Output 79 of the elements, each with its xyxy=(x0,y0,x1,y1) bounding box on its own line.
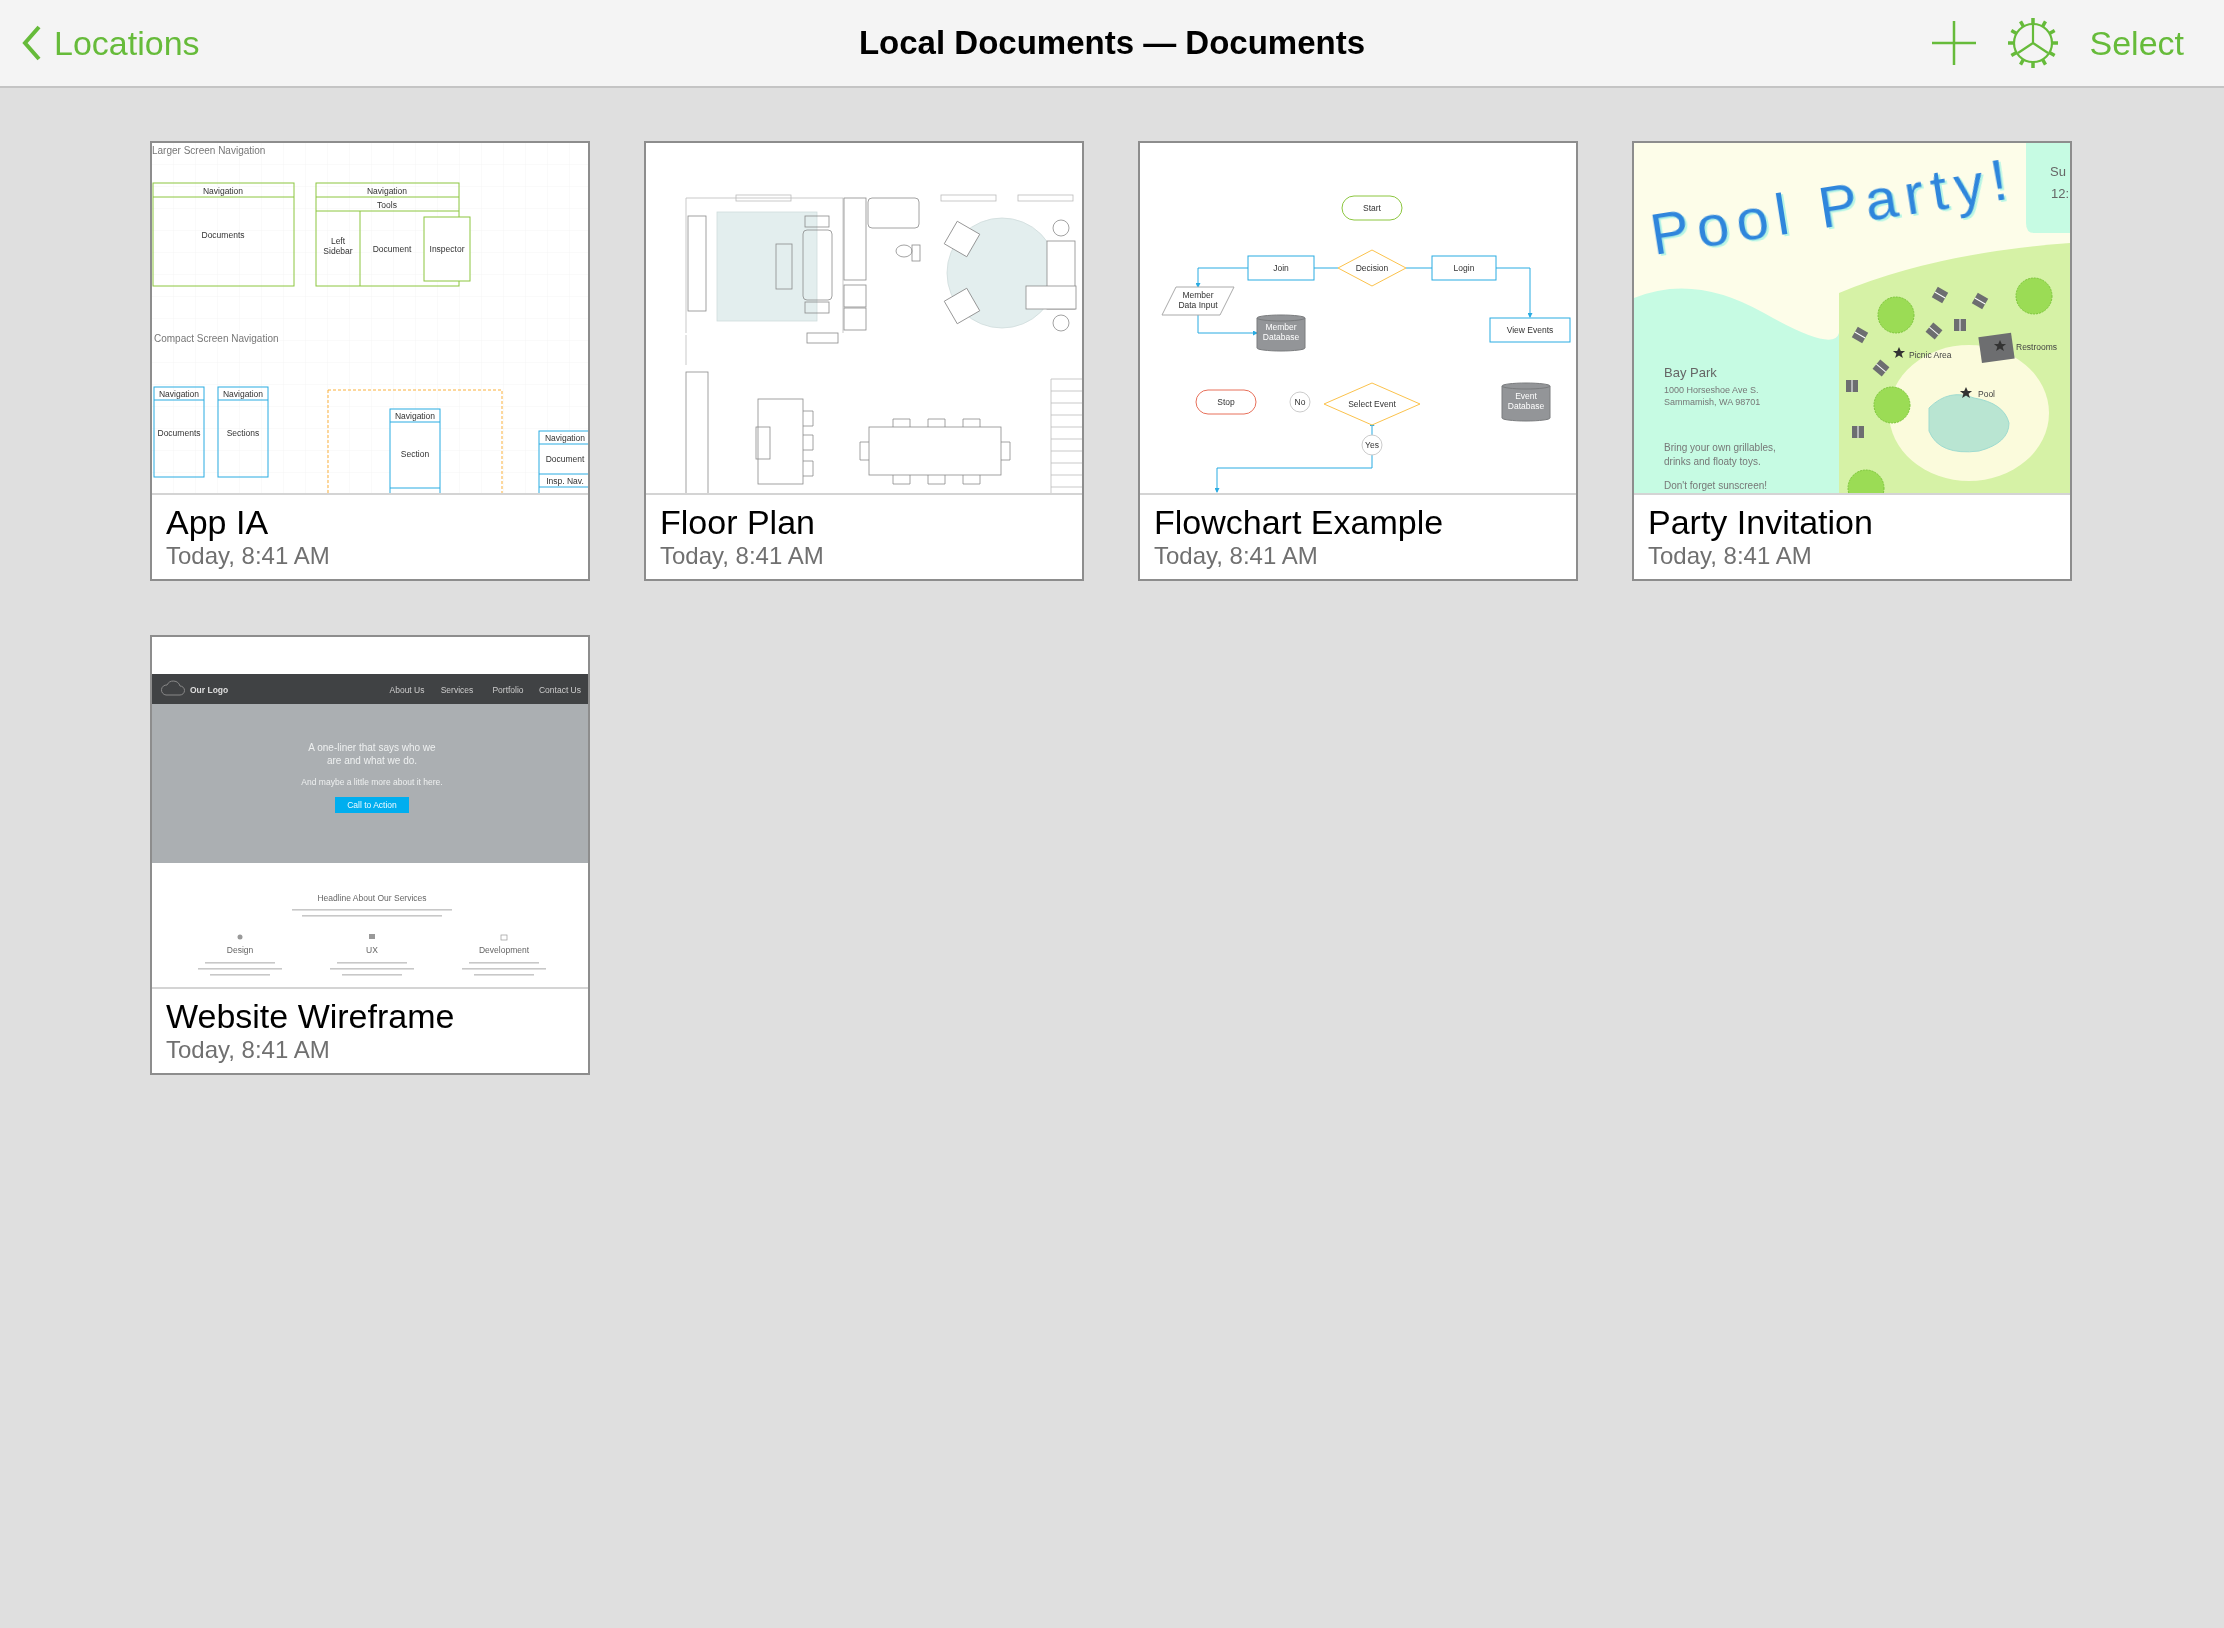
document-title: Website Wireframe xyxy=(166,997,455,1035)
map-label: Picnic Area xyxy=(1909,350,1952,360)
document-date: Today, 8:41 AM xyxy=(660,541,824,571)
invitation-title: Pool Party! xyxy=(1645,146,2012,267)
invitation-text: Don't forget sunscreen! xyxy=(1664,480,1768,491)
terminal-node: Start xyxy=(1341,195,1403,221)
invitation-text: Bay Park xyxy=(1664,365,1717,380)
document-date: Today, 8:41 AM xyxy=(166,541,330,571)
diagram-label: Navigation xyxy=(222,388,264,399)
diagram-label: Inspector xyxy=(429,244,465,254)
diagram-label: Tools xyxy=(377,199,397,210)
document-title: App IA xyxy=(166,503,269,541)
connector-line xyxy=(1197,314,1258,336)
process-node: Login xyxy=(1431,255,1497,281)
site-nav-link[interactable]: About Us xyxy=(389,684,425,695)
invitation-text: 1000 Horseshoe Ave S. xyxy=(1664,385,1759,395)
settings-icon xyxy=(2005,16,2060,70)
site-nav-link[interactable]: Services xyxy=(440,684,474,695)
site-nav-link[interactable]: Contact Us xyxy=(539,684,581,695)
circle-icon xyxy=(237,934,243,940)
database-node: Event Database xyxy=(1501,382,1551,422)
invitation-text: Su xyxy=(2050,164,2066,179)
connector-node: No xyxy=(1289,391,1311,413)
hero-tagline: A one-liner that says who we are and what we do. xyxy=(308,742,436,766)
window-icon xyxy=(500,934,508,941)
square-icon xyxy=(369,934,375,939)
process-node: Join xyxy=(1247,255,1315,281)
document-date: Today, 8:41 AM xyxy=(166,1035,330,1065)
connector-node: Yes xyxy=(1361,434,1383,456)
window-title: Local Documents — Documents xyxy=(858,24,1366,61)
connector-line xyxy=(1495,267,1533,318)
diagram-label: Navigation xyxy=(202,185,244,196)
process-node: View Events xyxy=(1489,317,1571,343)
diagram-label: Section xyxy=(400,449,430,459)
terminal-node: Stop xyxy=(1195,389,1257,415)
diagram-label: Documents xyxy=(157,428,201,438)
add-button[interactable] xyxy=(1931,21,1976,65)
diagram-label: Insp. Nav. xyxy=(546,475,584,486)
diagram-label: Documents xyxy=(201,230,245,240)
diagram-label: Navigation xyxy=(544,432,586,443)
plus-icon xyxy=(1931,21,1976,65)
diagram-label: Left Sidebar xyxy=(323,236,353,256)
settings-button[interactable] xyxy=(2005,16,2060,70)
diagram-label: Document xyxy=(545,454,585,464)
diagram-label: Document xyxy=(372,244,412,254)
site-nav-link[interactable]: Portfolio xyxy=(492,684,524,695)
section-heading: Headline About Our Services xyxy=(317,893,427,903)
invitation-text: Sammamish, WA 98701 xyxy=(1664,397,1761,407)
cloud-icon xyxy=(161,680,185,696)
document-date: Today, 8:41 AM xyxy=(1154,541,1318,571)
feature-title: Development xyxy=(478,945,530,955)
map-label: Restrooms xyxy=(2016,342,2058,352)
chevron-left-icon xyxy=(22,24,42,62)
feature-title: Design xyxy=(226,945,254,955)
diagram-label: Navigation xyxy=(158,388,200,399)
invitation-text: 12: xyxy=(2051,186,2070,201)
document-thumbnail[interactable] xyxy=(150,141,590,581)
diagram-label: Sections xyxy=(226,428,260,438)
document-thumbnail[interactable] xyxy=(150,635,590,1075)
connector-line xyxy=(1195,267,1249,288)
feature-title: UX xyxy=(366,945,378,955)
document-date: Today, 8:41 AM xyxy=(1648,541,1812,571)
decision-node: Decision xyxy=(1337,249,1407,287)
diagram-heading: Compact Screen Navigation xyxy=(154,333,279,344)
decision-node: Select Event xyxy=(1323,382,1421,426)
document-title: Party Invitation xyxy=(1648,503,1873,541)
document-thumbnail[interactable]: Start Join Decision Login Member Data Input Member Database View Events Stop No Select Event Event Database Yes Flowchart Example Today, 8:41 AM xyxy=(1138,141,1578,581)
document-title: Floor Plan xyxy=(660,503,815,541)
invitation-text: Bring your own grillables, drinks and floaty toys. xyxy=(1664,442,1776,467)
document-thumbnail[interactable]: Floor Plan Today, 8:41 AM xyxy=(644,141,1084,581)
document-title: Flowchart Example xyxy=(1154,503,1444,541)
data-node: Member Data Input xyxy=(1161,286,1235,316)
site-logo-text: Our Logo xyxy=(190,685,229,695)
diagram-heading: Larger Screen Navigation xyxy=(152,145,266,156)
document-thumbnail[interactable] xyxy=(1632,141,2072,581)
database-node: Member Database xyxy=(1256,314,1306,352)
diagram-label: Navigation xyxy=(394,410,436,421)
diagram-label: Navigation xyxy=(366,185,408,196)
map-label: Pool xyxy=(1978,389,1995,399)
